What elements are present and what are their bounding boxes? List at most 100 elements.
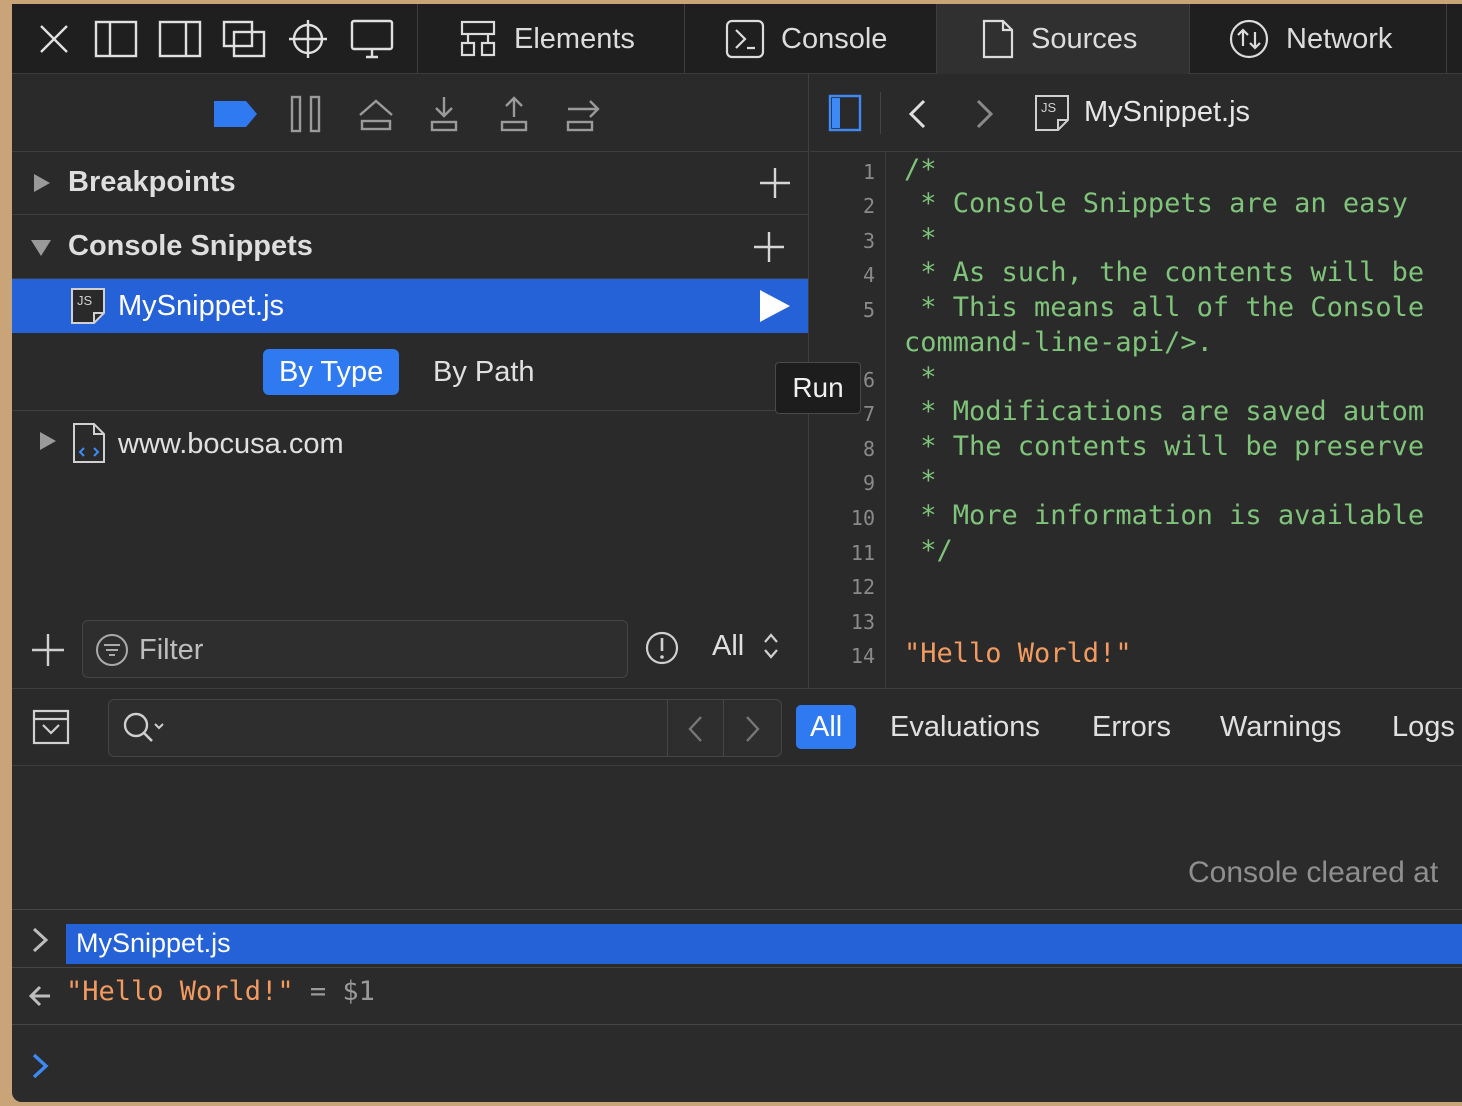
step-icon[interactable] (562, 94, 606, 134)
console-snippets-title: Console Snippets (68, 230, 313, 262)
js-file-icon: JS (1035, 95, 1069, 131)
console-toolbar: All Evaluations Errors Warnings Logs (12, 688, 1462, 766)
line-number: 6 (862, 368, 875, 392)
editor-divider (880, 92, 881, 134)
svg-text:JS: JS (1041, 100, 1057, 115)
console-filter-logs[interactable]: Logs (1378, 705, 1462, 749)
svg-text:JS: JS (77, 293, 93, 308)
snippet-row-mysnippet[interactable]: JS MySnippet.js (12, 279, 808, 333)
close-icon[interactable] (32, 18, 76, 60)
search-divider (667, 700, 668, 756)
disclosure-right-icon[interactable] (30, 172, 52, 194)
next-match-icon[interactable] (743, 714, 763, 744)
sources-icon (982, 19, 1014, 59)
pause-icon[interactable] (284, 94, 328, 134)
console-output: Console cleared at MySnippet.js "Hello W… (12, 766, 1462, 1102)
previous-match-icon[interactable] (685, 714, 705, 744)
toggle-navigator-icon[interactable] (828, 94, 862, 132)
level-select[interactable]: All (712, 630, 744, 663)
console-filter-warnings[interactable]: Warnings (1206, 705, 1355, 749)
code-line: command-line-api/>. (904, 327, 1213, 358)
line-number: 8 (862, 437, 875, 461)
sources-navigator: Breakpoints Console Snippets JS MySnippe… (12, 74, 809, 688)
console-prompt-input[interactable] (66, 1046, 1446, 1086)
disclosure-down-icon[interactable] (30, 236, 52, 258)
line-number: 3 (862, 229, 875, 253)
code-line: * More information is available (904, 500, 1425, 531)
add-breakpoint-icon[interactable] (758, 166, 792, 200)
group-by-type-button[interactable]: By Type (263, 349, 400, 395)
tab-console[interactable]: Console (685, 4, 936, 74)
code-line: * As such, the contents will be (904, 257, 1425, 288)
chevron-right-icon[interactable] (30, 926, 50, 954)
console-filter-all[interactable]: All (796, 705, 857, 749)
console-input-text: MySnippet.js (76, 928, 231, 958)
code-line: * (904, 465, 937, 496)
tab-sources[interactable]: Sources (937, 4, 1189, 74)
js-file-icon: JS (71, 288, 105, 324)
filter-input[interactable]: Filter (82, 620, 628, 678)
line-number: 10 (850, 506, 875, 530)
device-settings-icon[interactable] (350, 18, 394, 60)
line-number: 4 (862, 263, 875, 287)
code-line: */ (904, 535, 953, 566)
tab-label: Console (781, 22, 888, 55)
step-out-icon[interactable] (492, 94, 536, 134)
back-icon[interactable] (906, 98, 928, 130)
forward-icon[interactable] (974, 98, 996, 130)
debugger-toolbar (12, 74, 808, 152)
line-number: 11 (850, 541, 875, 565)
chevron-updown-icon[interactable] (762, 630, 780, 662)
line-number: 5 (862, 298, 875, 322)
top-toolbar: Elements Console Sources Network (12, 4, 1462, 74)
group-by-path-button[interactable]: By Path (417, 349, 551, 395)
disclosure-right-icon[interactable] (36, 430, 58, 452)
group-by-control: By Type By Path (12, 333, 808, 411)
code-line: * (904, 362, 937, 393)
console-search-input[interactable] (108, 699, 782, 757)
code-content[interactable]: /* * Console Snippets are an easy * * As… (904, 152, 1462, 688)
console-filter-errors[interactable]: Errors (1078, 705, 1185, 749)
console-result[interactable]: "Hello World!" = $1 (66, 976, 375, 1007)
dock-right-icon[interactable] (158, 18, 202, 60)
code-line: * The contents will be preserve (904, 431, 1425, 462)
code-line: * Console Snippets are an easy (904, 188, 1408, 219)
add-icon[interactable] (30, 632, 66, 668)
tab-elements[interactable]: Elements (418, 4, 684, 74)
add-snippet-icon[interactable] (752, 230, 786, 264)
result-arrow-icon (28, 985, 50, 1007)
line-number: 1 (862, 160, 875, 184)
filter-placeholder: Filter (139, 634, 204, 666)
console-icon (725, 19, 765, 59)
snippet-name: MySnippet.js (118, 290, 285, 322)
console-divider (12, 909, 1462, 910)
console-cleared-message: Console cleared at (1188, 856, 1439, 889)
console-input-entry[interactable]: MySnippet.js (66, 924, 1462, 964)
tab-network[interactable]: Network (1190, 4, 1446, 74)
step-over-icon[interactable] (354, 94, 398, 134)
result-assignment: = $1 (293, 976, 375, 1007)
element-picker-icon[interactable] (286, 18, 330, 60)
detach-window-icon[interactable] (222, 18, 266, 60)
console-divider (12, 1024, 1462, 1025)
hide-console-icon[interactable] (32, 709, 70, 745)
breakpoints-section[interactable]: Breakpoints (12, 152, 808, 215)
filter-icon (96, 634, 128, 666)
console-filter-evaluations[interactable]: Evaluations (876, 705, 1054, 749)
line-number-gutter: 1 2 3 4 5 6 7 8 9 10 11 12 13 14 (810, 152, 886, 688)
run-snippet-icon[interactable] (758, 288, 792, 324)
line-number: 14 (850, 644, 875, 668)
breakpoints-toggle-icon[interactable] (214, 94, 258, 134)
resource-row[interactable]: www.bocusa.com (12, 414, 808, 470)
tooltip-text: Run (792, 372, 844, 403)
console-divider (12, 967, 1462, 968)
resource-name: www.bocusa.com (118, 428, 344, 460)
line-number: 9 (862, 471, 875, 495)
result-value: "Hello World!" (66, 976, 294, 1007)
code-line: "Hello World!" (904, 638, 1132, 669)
line-number: 2 (862, 194, 875, 218)
warning-filter-icon[interactable] (644, 630, 680, 666)
step-into-icon[interactable] (422, 94, 466, 134)
console-snippets-section[interactable]: Console Snippets (12, 216, 808, 279)
dock-left-icon[interactable] (94, 18, 138, 60)
